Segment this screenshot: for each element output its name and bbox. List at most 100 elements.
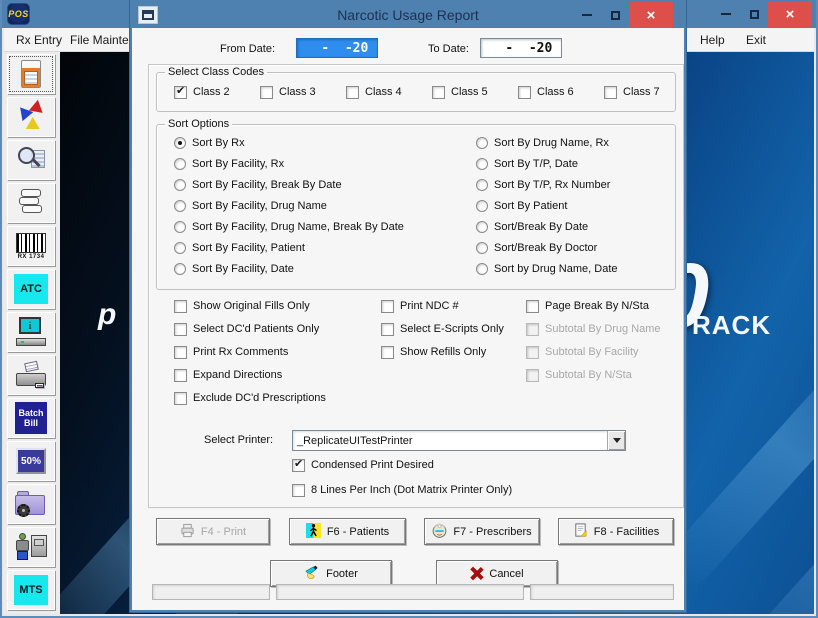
checkbox-select-dcd-patients-only[interactable]: Select DC'd Patients Only <box>174 322 326 336</box>
folder-gear-icon[interactable] <box>7 484 55 524</box>
backdrop-text-fragment-left: p <box>98 298 116 332</box>
from-date-field[interactable]: - -20 <box>296 38 378 58</box>
checkbox-box <box>174 392 187 405</box>
checkbox-show-refills-only[interactable]: Show Refills Only <box>381 345 504 359</box>
radio-label: Sort By T/P, Rx Number <box>494 179 610 191</box>
checkbox-class-3[interactable]: Class 3 <box>260 85 346 99</box>
radio-label: Sort By Drug Name, Rx <box>494 137 609 149</box>
label-rolls-icon-glyph <box>19 189 43 217</box>
radio-sort-by-facility-rx[interactable]: Sort By Facility, Rx <box>174 157 404 171</box>
checkbox-class-5[interactable]: Class 5 <box>432 85 518 99</box>
checkbox-exclude-dcd-prescriptions[interactable]: Exclude DC'd Prescriptions <box>174 391 326 405</box>
search-document-icon[interactable] <box>7 140 55 180</box>
transfer-arrows-icon[interactable] <box>7 97 55 137</box>
main-maximize-button[interactable] <box>740 1 768 27</box>
cancel-button[interactable]: Cancel <box>436 560 558 587</box>
f8-facilities-button[interactable]: F8 - Facilities <box>558 518 674 545</box>
fifty-percent-icon-glyph: 50% <box>16 448 46 474</box>
radio-sort-by-facility-date[interactable]: Sort By Facility, Date <box>174 262 404 276</box>
printer-combobox[interactable]: _ReplicateUITestPrinter <box>292 430 626 451</box>
checkbox-label: Select E-Scripts Only <box>400 323 504 335</box>
radio-sort-break-by-date[interactable]: Sort/Break By Date <box>476 220 618 234</box>
radio-dot <box>174 137 186 149</box>
batch-bill-icon[interactable]: BatchBill <box>7 398 55 438</box>
checkbox-label: Exclude DC'd Prescriptions <box>193 392 326 404</box>
checkbox-subtotal-by-drug-name[interactable]: Subtotal By Drug Name <box>526 322 661 336</box>
main-minimize-button[interactable] <box>712 1 740 27</box>
f4-print-button[interactable]: F4 - Print <box>156 518 270 545</box>
radio-dot <box>476 263 488 275</box>
to-date-field[interactable]: - -20 <box>480 38 562 58</box>
facilities-icon <box>573 523 588 541</box>
checkbox-subtotal-by-facility[interactable]: Subtotal By Facility <box>526 345 661 359</box>
barcode-icon-glyph <box>16 233 46 253</box>
f7-prescribers-button[interactable]: F7 - Prescribers <box>424 518 540 545</box>
checkbox-label: Class 6 <box>537 86 574 98</box>
checkbox-box <box>174 323 187 336</box>
menu-exit[interactable]: Exit <box>738 28 774 52</box>
f7-prescribers-label: F7 - Prescribers <box>453 526 531 538</box>
dialog-minimize-button[interactable] <box>573 2 601 28</box>
checkbox-print-rx-comments[interactable]: Print Rx Comments <box>174 345 326 359</box>
radio-sort-by-facility-break-by-date[interactable]: Sort By Facility, Break By Date <box>174 178 404 192</box>
checkbox-subtotal-by-n-sta[interactable]: Subtotal By N/Sta <box>526 368 661 382</box>
radio-sort-by-facility-drug-name[interactable]: Sort By Facility, Drug Name <box>174 199 404 213</box>
pill-bottle-icon-glyph <box>21 60 41 88</box>
radio-sort-by-facility-drug-name-break-by-date[interactable]: Sort By Facility, Drug Name, Break By Da… <box>174 220 404 234</box>
radio-sort-by-drug-name-rx[interactable]: Sort By Drug Name, Rx <box>476 136 618 150</box>
checkbox-expand-directions[interactable]: Expand Directions <box>174 368 326 382</box>
checkbox-box <box>526 369 539 382</box>
fifty-percent-icon[interactable]: 50% <box>7 441 55 481</box>
checkbox-class-7[interactable]: Class 7 <box>604 85 690 99</box>
radio-sort-by-rx[interactable]: Sort By Rx <box>174 136 404 150</box>
dialog-maximize-button[interactable] <box>601 2 629 28</box>
printer-icon-glyph <box>16 362 46 388</box>
radio-sort-by-drug-name-date[interactable]: Sort by Drug Name, Date <box>476 262 618 276</box>
radio-sort-break-by-doctor[interactable]: Sort/Break By Doctor <box>476 241 618 255</box>
printer-dropdown-arrow[interactable] <box>607 431 625 450</box>
computer-info-icon[interactable]: i <box>7 312 55 352</box>
checkbox-label: Class 3 <box>279 86 316 98</box>
radio-dot <box>174 263 186 275</box>
radio-sort-by-patient[interactable]: Sort By Patient <box>476 199 618 213</box>
checkbox-box <box>381 323 394 336</box>
radio-dot <box>476 221 488 233</box>
checkbox-class-2[interactable]: Class 2 <box>174 85 260 99</box>
checkbox-box <box>260 86 273 99</box>
radio-sort-by-facility-patient[interactable]: Sort By Facility, Patient <box>174 241 404 255</box>
atc-icon[interactable]: ATC <box>7 269 55 309</box>
clerk-cabinet-icon[interactable] <box>7 527 55 567</box>
radio-dot <box>476 242 488 254</box>
main-close-button[interactable]: × <box>768 1 812 27</box>
footer-button[interactable]: Footer <box>270 560 392 587</box>
pill-bottle-icon[interactable] <box>7 54 55 94</box>
radio-label: Sort/Break By Date <box>494 221 588 233</box>
checkbox-class-4[interactable]: Class 4 <box>346 85 432 99</box>
checkbox-label: Subtotal By Facility <box>545 346 639 358</box>
f6-patients-button[interactable]: F6 - Patients <box>289 518 406 545</box>
barcode-icon[interactable]: RX 1734 <box>7 226 55 266</box>
status-panel-2 <box>276 584 524 600</box>
printer-icon[interactable] <box>7 355 55 395</box>
options-column-1: Show Original Fills Only Select DC'd Pati… <box>174 299 326 405</box>
radio-sort-by-tp-date[interactable]: Sort By T/P, Date <box>476 157 618 171</box>
checkbox-condensed-print[interactable]: Condensed Print Desired <box>292 458 434 472</box>
checkbox-print-ndc-number[interactable]: Print NDC # <box>381 299 504 313</box>
dialog-close-button[interactable]: × <box>629 2 673 28</box>
label-rolls-icon[interactable] <box>7 183 55 223</box>
checkbox-label: Subtotal By Drug Name <box>545 323 661 335</box>
checkbox-show-original-fills-only[interactable]: Show Original Fills Only <box>174 299 326 313</box>
mts-icon[interactable]: MTS <box>7 570 55 610</box>
radio-dot <box>476 179 488 191</box>
status-panel-3 <box>530 584 674 600</box>
radio-label: Sort By T/P, Date <box>494 158 578 170</box>
checkbox-select-e-scripts-only[interactable]: Select E-Scripts Only <box>381 322 504 336</box>
checkbox-page-break-by-n-sta[interactable]: Page Break By N/Sta <box>526 299 661 313</box>
checkbox-label: 8 Lines Per Inch (Dot Matrix Printer Onl… <box>311 484 512 496</box>
radio-sort-by-tp-rx-number[interactable]: Sort By T/P, Rx Number <box>476 178 618 192</box>
menu-help[interactable]: Help <box>692 28 733 52</box>
sort-options-right-column: Sort By Drug Name, Rx Sort By T/P, Date So… <box>476 136 618 276</box>
menu-rx-entry[interactable]: Rx Entry <box>8 28 70 52</box>
checkbox-class-6[interactable]: Class 6 <box>518 85 604 99</box>
checkbox-8-lines-per-inch[interactable]: 8 Lines Per Inch (Dot Matrix Printer Onl… <box>292 483 512 497</box>
